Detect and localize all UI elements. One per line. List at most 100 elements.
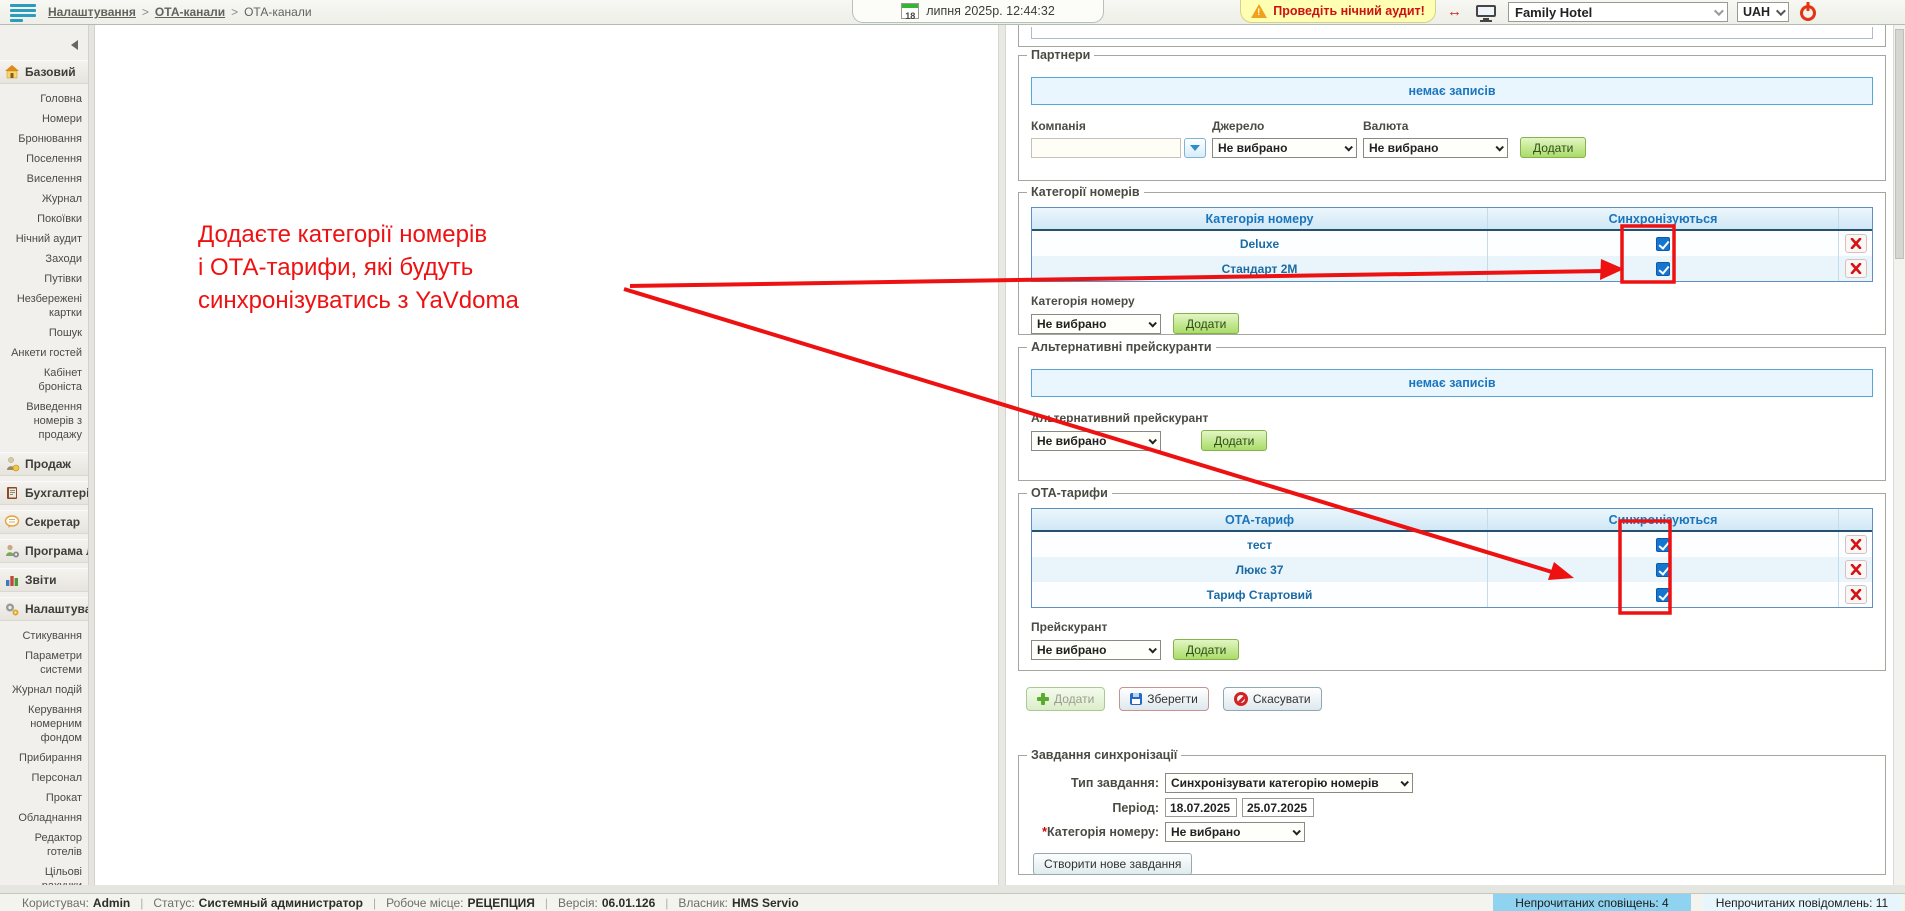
sidebar-item[interactable]: Заходи xyxy=(0,249,88,269)
sidebar-section-basic[interactable]: Базовий xyxy=(0,60,88,84)
save-button[interactable]: Зберегти xyxy=(1119,687,1209,711)
delete-button[interactable] xyxy=(1845,535,1867,554)
table-body: тест Люкс 37 xyxy=(1032,532,1872,607)
period-to-input[interactable]: 25.07.2025 xyxy=(1242,798,1314,817)
panel-scrollbar-thumb[interactable] xyxy=(1895,29,1904,259)
delete-x-icon xyxy=(1850,589,1862,600)
sidebar-item[interactable]: Прибирання xyxy=(0,748,88,768)
power-icon[interactable] xyxy=(1800,5,1816,21)
status-label: Статус: xyxy=(153,896,194,910)
pricelist-select[interactable]: Не вибрано xyxy=(1031,640,1161,660)
create-task-button[interactable]: Створити нове завдання xyxy=(1033,853,1192,875)
panel-scrollbar[interactable] xyxy=(1893,25,1905,885)
period-from-input[interactable]: 18.07.2025 xyxy=(1165,798,1237,817)
add-button-label: Додати xyxy=(1054,692,1094,706)
sidebar-item[interactable]: Незбережені картки xyxy=(0,289,88,323)
currency-selector[interactable]: UAH xyxy=(1737,2,1789,22)
night-audit-warning[interactable]: Проведіть нічний аудит! xyxy=(1240,0,1436,23)
monitor-icon[interactable] xyxy=(1476,5,1496,22)
calendar-icon: 18 xyxy=(901,3,919,19)
source-select[interactable]: Не вибрано xyxy=(1212,138,1357,158)
sidebar-item[interactable]: Виселення xyxy=(0,169,88,189)
sidebar-section-sales[interactable]: Продаж xyxy=(0,452,88,476)
sidebar-item[interactable]: Покоївки xyxy=(0,209,88,229)
sidebar-section-accounting[interactable]: Бухгалтерія xyxy=(0,481,88,505)
sidebar-section-reports[interactable]: Звіти xyxy=(0,568,88,592)
add-button-disabled[interactable]: Додати xyxy=(1026,687,1105,711)
company-dropdown-icon[interactable] xyxy=(1184,138,1206,158)
delete-button[interactable] xyxy=(1845,585,1867,604)
plus-icon xyxy=(1037,693,1049,705)
sync-checkbox[interactable] xyxy=(1656,237,1670,251)
panel-actions: Додати Зберегти Скасувати xyxy=(1026,687,1893,711)
sync-checkbox[interactable] xyxy=(1656,588,1670,602)
date-time-pill[interactable]: 18 липня 2025р. 12:44:32 xyxy=(852,0,1104,23)
sidebar-item[interactable]: Путівки xyxy=(0,269,88,289)
delete-button[interactable] xyxy=(1845,259,1867,278)
pricelist-add-button[interactable]: Додати xyxy=(1173,639,1239,660)
ota-tariffs-legend: ОТА-тарифи xyxy=(1027,486,1112,500)
sidebar-item[interactable]: Керування номерним фондом xyxy=(0,700,88,748)
sidebar-item[interactable]: Бронювання xyxy=(0,129,88,149)
currency-label: Валюта xyxy=(1363,119,1508,133)
sidebar-section-secretary[interactable]: Секретар xyxy=(0,510,88,534)
chevron-down-icon xyxy=(1400,778,1408,786)
sync-checkbox[interactable] xyxy=(1656,538,1670,552)
sidebar-item[interactable]: Виведення номерів з продажу xyxy=(0,397,88,445)
table-row: тест xyxy=(1032,532,1872,557)
sidebar-item[interactable]: Параметри системи xyxy=(0,646,88,680)
sidebar-item[interactable]: Поселення xyxy=(0,149,88,169)
chevron-down-icon xyxy=(1714,6,1724,16)
sidebar-section-label: Бухгалтерія xyxy=(25,486,88,500)
sidebar-section-label: Звіти xyxy=(25,573,56,587)
sidebar-section-loyalty[interactable]: Програма ло xyxy=(0,539,88,563)
delete-x-icon xyxy=(1850,238,1862,249)
currency-select[interactable]: Не вибрано xyxy=(1363,138,1508,158)
sidebar-item[interactable]: Стикування xyxy=(0,626,88,646)
sidebar-item[interactable]: Пошук xyxy=(0,323,88,343)
task-type-select[interactable]: Синхронізувати категорію номерів xyxy=(1165,773,1413,793)
sidebar-item[interactable]: Нічний аудит xyxy=(0,229,88,249)
previous-fieldset-cut xyxy=(1018,25,1886,47)
partners-add-button[interactable]: Додати xyxy=(1520,137,1586,158)
sidebar-item[interactable]: Прокат xyxy=(0,788,88,808)
sidebar-item[interactable]: Кабінет броніста xyxy=(0,363,88,397)
delete-button[interactable] xyxy=(1845,234,1867,253)
room-category-select[interactable]: Не вибрано xyxy=(1031,314,1161,334)
room-category-select-label: Категорія номеру xyxy=(1031,294,1873,308)
room-category-add-button[interactable]: Додати xyxy=(1173,313,1239,334)
sync-checkbox[interactable] xyxy=(1656,262,1670,276)
sidebar-item[interactable]: Анкети гостей xyxy=(0,343,88,363)
sidebar-item[interactable]: Номери xyxy=(0,109,88,129)
sidebar-item[interactable]: Журнал xyxy=(0,189,88,209)
unread-notifications-badge[interactable]: Непрочитаних сповіщень: 4 xyxy=(1493,894,1691,911)
sidebar-item[interactable]: Редактор готелів xyxy=(0,828,88,862)
unread-messages-badge[interactable]: Непрочитаних повідомлень: 11 xyxy=(1703,894,1901,911)
sidebar-collapse-button[interactable] xyxy=(0,35,88,55)
content-scrollbar[interactable] xyxy=(998,25,1006,885)
task-category-select[interactable]: Не вибрано xyxy=(1165,822,1305,842)
sidebar-item[interactable]: Обладнання xyxy=(0,808,88,828)
cancel-button[interactable]: Скасувати xyxy=(1223,687,1322,711)
breadcrumb-ota-channels[interactable]: ОТА-канали xyxy=(155,5,225,19)
sync-checkbox[interactable] xyxy=(1656,563,1670,577)
sidebar-item[interactable]: Цільові рахунки xyxy=(0,862,88,885)
sidebar-item[interactable]: Журнал подій xyxy=(0,680,88,700)
company-input[interactable] xyxy=(1031,138,1181,158)
sidebar-section-settings[interactable]: Налаштуван xyxy=(0,597,88,621)
collapse-left-icon xyxy=(71,40,78,50)
sidebar-item[interactable]: Головна xyxy=(0,89,88,109)
alt-pricelist-add-button[interactable]: Додати xyxy=(1201,430,1267,451)
sales-icon xyxy=(4,456,20,472)
separator: | xyxy=(140,896,143,910)
menu-icon[interactable] xyxy=(10,4,38,21)
alt-pricelist-select[interactable]: Не вибрано xyxy=(1031,431,1161,451)
breadcrumb-separator: > xyxy=(142,5,149,19)
delete-x-icon xyxy=(1850,263,1862,274)
hotel-selector[interactable]: Family Hotel xyxy=(1508,2,1728,22)
accounting-icon xyxy=(4,485,20,501)
swap-arrows-icon[interactable]: ↔ xyxy=(1447,3,1462,20)
delete-button[interactable] xyxy=(1845,560,1867,579)
breadcrumb-settings[interactable]: Налаштування xyxy=(48,5,136,19)
sidebar-item[interactable]: Персонал xyxy=(0,768,88,788)
